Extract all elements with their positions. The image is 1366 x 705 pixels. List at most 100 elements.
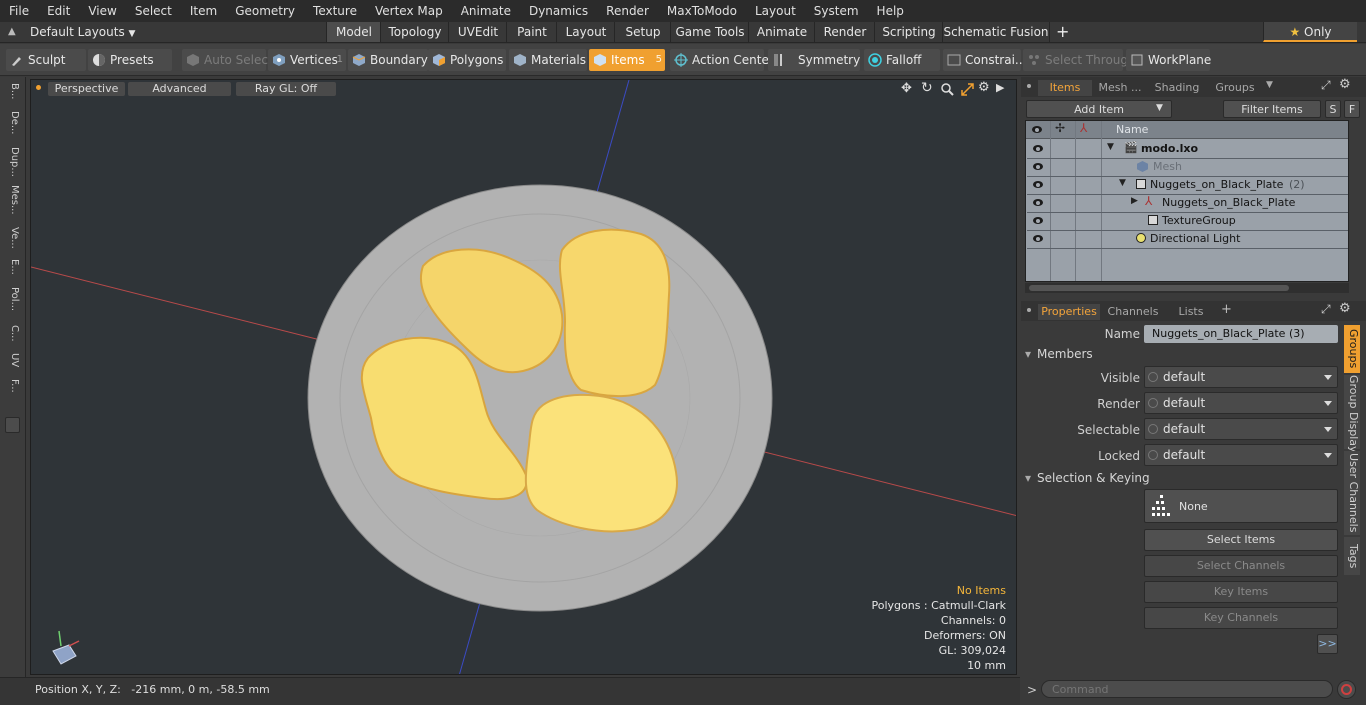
- command-input[interactable]: [1041, 680, 1333, 698]
- left-tab-e[interactable]: E...: [4, 259, 20, 283]
- tab-model[interactable]: Model: [326, 22, 381, 42]
- panel-dot[interactable]: [1027, 84, 1031, 88]
- members-section-header[interactable]: Members: [1025, 346, 1343, 363]
- s-button[interactable]: S: [1325, 100, 1341, 118]
- tab-lists[interactable]: Lists: [1166, 304, 1216, 320]
- layouts-dropdown[interactable]: Default Layouts ▼: [30, 22, 135, 42]
- tree-row-texturegroup[interactable]: TextureGroup: [1027, 212, 1348, 231]
- auto-select-button[interactable]: Auto Select: [182, 49, 273, 71]
- tree-scrollbar[interactable]: [1025, 283, 1349, 293]
- tab-render[interactable]: Render: [814, 22, 875, 42]
- panel-gear-icon[interactable]: ⚙: [1339, 301, 1351, 316]
- key-items-button[interactable]: Key Items: [1144, 581, 1338, 603]
- tree-row-scene[interactable]: ▼ 🎬 modo.lxo: [1027, 140, 1348, 159]
- tab-scripting[interactable]: Scripting: [874, 22, 943, 42]
- menu-view[interactable]: View: [79, 0, 125, 22]
- side-tab-group-display[interactable]: Group Display: [1344, 375, 1360, 453]
- tab-schematic-fusion[interactable]: Schematic Fusion: [942, 22, 1050, 42]
- selection-keying-section-header[interactable]: Selection & Keying: [1025, 470, 1343, 487]
- panel-dot[interactable]: [1027, 308, 1031, 312]
- left-tab-b[interactable]: B...: [4, 83, 20, 107]
- tabs-dropdown-icon[interactable]: ▼: [1266, 80, 1273, 90]
- visible-dropdown[interactable]: default: [1144, 366, 1338, 388]
- key-channels-button[interactable]: Key Channels: [1144, 607, 1338, 629]
- presets-button[interactable]: Presets: [88, 49, 172, 71]
- constraints-button[interactable]: Constrai...: [943, 49, 1026, 71]
- tab-shading[interactable]: Shading: [1148, 80, 1206, 96]
- side-tab-user-channels[interactable]: User Channels: [1344, 451, 1360, 535]
- tab-mesh[interactable]: Mesh ...: [1094, 80, 1146, 96]
- record-icon[interactable]: [1337, 680, 1356, 699]
- sculpt-button[interactable]: Sculpt: [6, 49, 86, 71]
- only-button[interactable]: ★ Only: [1263, 22, 1357, 42]
- menu-vertex-map[interactable]: Vertex Map: [366, 0, 452, 22]
- tree-row-locator[interactable]: ▶ ⅄ Nuggets_on_Black_Plate: [1027, 194, 1348, 213]
- left-tab-ve[interactable]: Ve...: [4, 227, 20, 255]
- render-dropdown[interactable]: default: [1144, 392, 1338, 414]
- eye-icon[interactable]: [1033, 145, 1043, 152]
- workplane-button[interactable]: WorkPlane: [1126, 49, 1211, 71]
- tab-topology[interactable]: Topology: [380, 22, 449, 42]
- tree-row-group[interactable]: ▼ Nuggets_on_Black_Plate (2): [1027, 176, 1348, 195]
- eye-icon[interactable]: [1033, 199, 1043, 206]
- menu-system[interactable]: System: [805, 0, 868, 22]
- tab-groups[interactable]: Groups: [1208, 80, 1262, 96]
- add-item-dropdown-icon[interactable]: ▼: [1156, 103, 1163, 113]
- select-channels-button[interactable]: Select Channels: [1144, 555, 1338, 577]
- filter-items-button[interactable]: Filter Items: [1223, 100, 1321, 118]
- tree-row-light[interactable]: Directional Light: [1027, 230, 1348, 249]
- tab-layout[interactable]: Layout: [556, 22, 615, 42]
- menu-maxtomodo[interactable]: MaxToModo: [658, 0, 746, 22]
- add-tab-button[interactable]: +: [1056, 22, 1069, 42]
- tab-properties[interactable]: Properties: [1038, 304, 1100, 320]
- none-selection-button[interactable]: None: [1144, 489, 1338, 523]
- keyframe-icon[interactable]: [1148, 372, 1158, 382]
- menu-item[interactable]: Item: [181, 0, 226, 22]
- column-name-header[interactable]: Name: [1116, 123, 1148, 136]
- menu-animate[interactable]: Animate: [452, 0, 520, 22]
- left-tab-uv[interactable]: UV: [4, 353, 20, 377]
- menu-file[interactable]: File: [0, 0, 38, 22]
- 3d-viewport[interactable]: Perspective Advanced Ray GL: Off ✥ ↻ ⚙ ▶: [30, 79, 1017, 675]
- panel-gear-icon[interactable]: ⚙: [1339, 77, 1351, 92]
- f-button[interactable]: F: [1344, 100, 1360, 118]
- side-tab-tags[interactable]: Tags: [1344, 537, 1360, 575]
- tab-animate[interactable]: Animate: [748, 22, 815, 42]
- eye-icon[interactable]: [1033, 235, 1043, 242]
- collapse-up-icon[interactable]: ▲: [8, 25, 22, 39]
- eye-icon[interactable]: [1033, 217, 1043, 224]
- add-item-button[interactable]: Add Item: [1026, 100, 1172, 118]
- tab-paint[interactable]: Paint: [506, 22, 557, 42]
- left-tab-f[interactable]: F...: [4, 379, 20, 405]
- selectable-dropdown[interactable]: default: [1144, 418, 1338, 440]
- more-button[interactable]: >>: [1317, 634, 1338, 654]
- menu-layout[interactable]: Layout: [746, 0, 805, 22]
- left-tab-c[interactable]: C...: [4, 325, 20, 351]
- tab-uvedit[interactable]: UVEdit: [448, 22, 507, 42]
- left-tab-mes[interactable]: Mes...: [4, 185, 20, 221]
- expand-panel-icon[interactable]: ⤢: [1321, 302, 1331, 317]
- menu-select[interactable]: Select: [126, 0, 181, 22]
- eye-icon[interactable]: [1033, 163, 1043, 170]
- menu-render[interactable]: Render: [597, 0, 658, 22]
- polygons-button[interactable]: Polygons: [428, 49, 506, 71]
- action-center-button[interactable]: Action Center: [670, 49, 774, 71]
- left-tab-pol[interactable]: Pol...: [4, 287, 20, 323]
- menu-texture[interactable]: Texture: [304, 0, 366, 22]
- expand-right-icon[interactable]: ▶: [1131, 196, 1138, 206]
- items-button[interactable]: Items 5: [589, 49, 665, 71]
- tab-setup[interactable]: Setup: [614, 22, 671, 42]
- name-field[interactable]: Nuggets_on_Black_Plate (3): [1144, 325, 1338, 343]
- materials-button[interactable]: Materials: [509, 49, 587, 71]
- left-tab-dup[interactable]: Dup...: [4, 147, 20, 181]
- falloff-button[interactable]: Falloff: [864, 49, 940, 71]
- symmetry-button[interactable]: Symmetry: [768, 49, 860, 71]
- tab-items[interactable]: Items: [1038, 80, 1092, 96]
- menu-geometry[interactable]: Geometry: [226, 0, 304, 22]
- select-items-button[interactable]: Select Items: [1144, 529, 1338, 551]
- keyframe-icon[interactable]: [1148, 450, 1158, 460]
- eye-icon[interactable]: [1033, 181, 1043, 188]
- menu-edit[interactable]: Edit: [38, 0, 79, 22]
- keyframe-icon[interactable]: [1148, 424, 1158, 434]
- side-tab-groups[interactable]: Groups: [1344, 325, 1360, 373]
